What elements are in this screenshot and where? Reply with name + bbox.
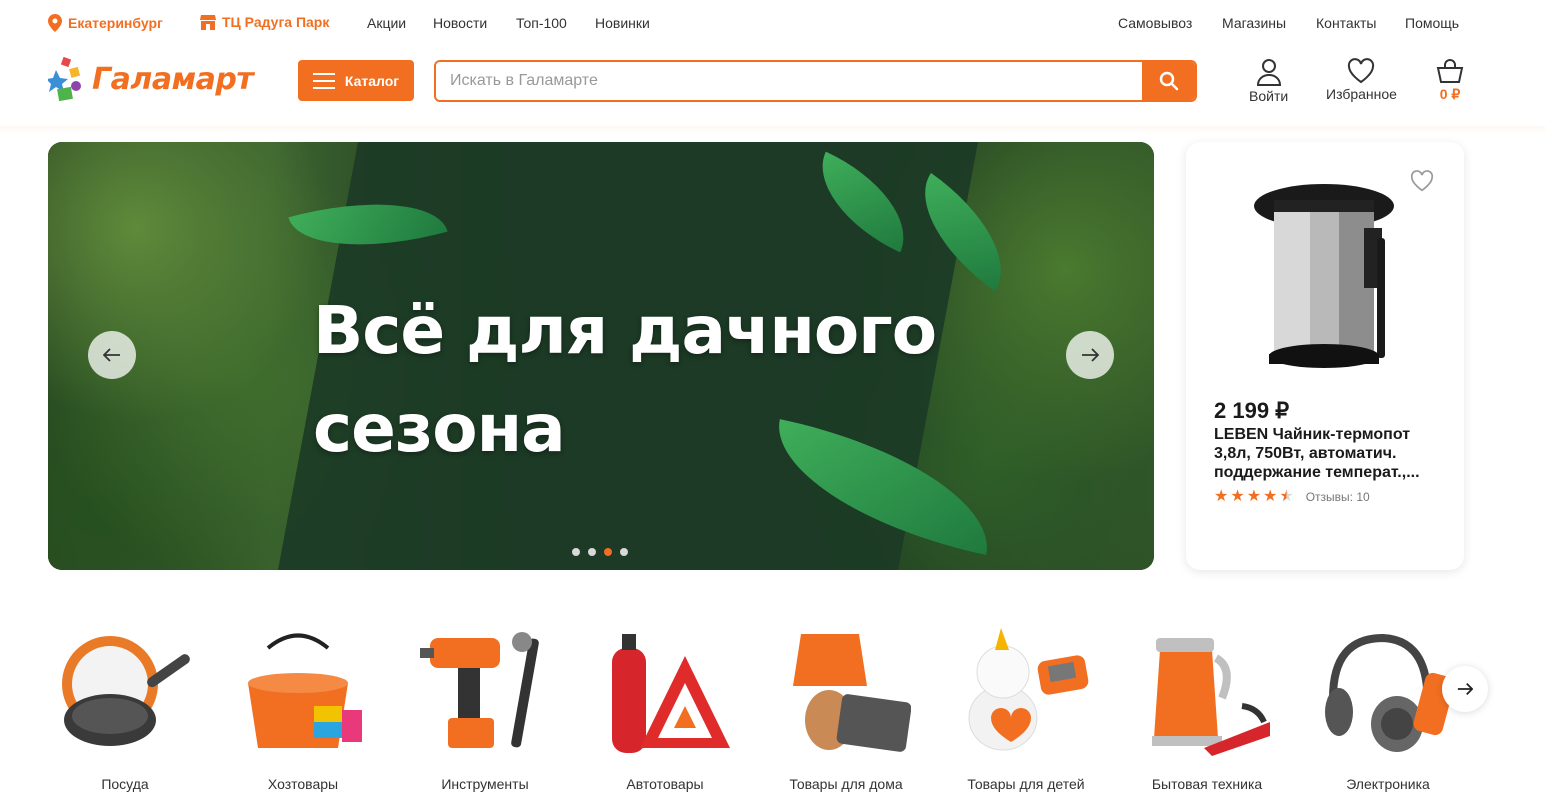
city-label: Екатеринбург xyxy=(68,15,163,31)
banner-next-button[interactable] xyxy=(1066,331,1114,379)
arrow-right-icon xyxy=(1457,683,1473,695)
promo-banner[interactable]: Всё для дачного сезона xyxy=(48,142,1154,570)
banner-dot-active[interactable] xyxy=(604,548,612,556)
category-kids[interactable]: Товары для детей xyxy=(941,620,1111,800)
headphones-icon xyxy=(1325,633,1453,752)
cart-total: 0 ₽ xyxy=(1439,86,1461,102)
catalog-button[interactable]: Каталог xyxy=(298,60,414,101)
category-carousel: Посуда Хозтовары Инструменты Автотовары … xyxy=(0,620,1545,809)
favorites-button[interactable]: Избранное xyxy=(1326,58,1397,102)
logo-mark-icon xyxy=(48,56,81,102)
star-icon: ★ xyxy=(1263,488,1278,505)
category-appliances[interactable]: Бытовая техника xyxy=(1122,620,1292,800)
category-dishes[interactable]: Посуда xyxy=(40,620,210,800)
store-icon xyxy=(200,14,216,30)
cart-button[interactable]: 0 ₽ xyxy=(1436,58,1464,103)
heart-icon xyxy=(1348,58,1375,84)
header-divider xyxy=(0,126,1545,134)
banner-headline: Всё для дачного сезона xyxy=(313,292,937,467)
category-tools[interactable]: Инструменты xyxy=(400,620,570,800)
star-icon: ★ xyxy=(1230,488,1245,505)
drill-icon xyxy=(420,632,539,748)
store-selector[interactable]: ТЦ Радуга Парк xyxy=(200,14,329,30)
kettle-icon xyxy=(1152,638,1270,756)
logo[interactable]: Галамарт xyxy=(48,54,254,104)
banner-dot[interactable] xyxy=(572,548,580,556)
banner-pagination xyxy=(572,548,628,556)
basket-icon xyxy=(1436,59,1464,83)
favorites-label: Избранное xyxy=(1326,86,1397,102)
search-icon xyxy=(1159,71,1178,91)
arrow-right-icon xyxy=(1082,348,1099,362)
category-label: Бытовая техника xyxy=(1151,776,1263,792)
star-icon: ★ xyxy=(1214,488,1229,505)
frying-pan-icon xyxy=(62,636,190,746)
nav-link-top100[interactable]: Топ-100 xyxy=(516,15,567,31)
nav-link-pickup[interactable]: Самовывоз xyxy=(1118,15,1192,31)
product-price: 2 199 ₽ xyxy=(1214,398,1290,423)
category-label: Автотовары xyxy=(626,776,704,792)
top-bar: Екатеринбург ТЦ Радуга Парк Акции Новост… xyxy=(0,0,1545,46)
category-label: Инструменты xyxy=(441,776,529,792)
star-icon: ★ xyxy=(1246,488,1262,505)
favorite-heart-icon[interactable] xyxy=(1410,170,1434,192)
city-selector[interactable]: Екатеринбург xyxy=(48,14,163,32)
category-label: Посуда xyxy=(101,776,149,792)
arrow-left-icon xyxy=(103,348,120,362)
search-button[interactable] xyxy=(1142,62,1195,100)
hamburger-icon xyxy=(312,72,335,89)
header: Галамарт Каталог Войти Избранное 0 ₽ xyxy=(0,46,1545,126)
nav-link-help[interactable]: Помощь xyxy=(1405,15,1459,31)
product-rating: ★ ★ ★ ★ ★ Отзывы: 10 xyxy=(1214,489,1370,505)
banner-dot[interactable] xyxy=(620,548,628,556)
category-auto[interactable]: Автотовары xyxy=(580,620,750,800)
category-label: Товары для детей xyxy=(967,776,1085,792)
nav-link-promotions[interactable]: Акции xyxy=(367,15,406,31)
category-next-button[interactable] xyxy=(1442,666,1488,712)
store-label: ТЦ Радуга Парк xyxy=(222,14,330,30)
category-electronics[interactable]: Электроника xyxy=(1303,620,1473,800)
nav-link-new[interactable]: Новинки xyxy=(595,15,650,31)
login-button[interactable]: Войти xyxy=(1249,58,1288,104)
category-label: Товары для дома xyxy=(789,776,903,792)
category-household[interactable]: Хозтовары xyxy=(218,620,388,800)
lamp-icon xyxy=(793,634,911,752)
nav-link-news[interactable]: Новости xyxy=(433,15,487,31)
category-label: Хозтовары xyxy=(267,776,339,792)
thermopot-image[interactable] xyxy=(1244,178,1404,378)
user-icon xyxy=(1256,59,1281,86)
toy-unicorn-icon xyxy=(968,628,1089,751)
product-card[interactable]: 2 199 ₽ LEBEN Чайник-термопот 3,8л, 750В… xyxy=(1186,142,1464,570)
banner-prev-button[interactable] xyxy=(88,331,136,379)
login-label: Войти xyxy=(1249,88,1289,104)
category-home[interactable]: Товары для дома xyxy=(761,620,931,800)
star-half-icon: ★ xyxy=(1279,488,1294,505)
search-input[interactable] xyxy=(436,62,1142,100)
location-pin-icon xyxy=(48,14,62,32)
catalog-label: Каталог xyxy=(344,72,400,89)
reviews-count[interactable]: Отзывы: 10 xyxy=(1306,490,1370,504)
logo-text: Галамарт xyxy=(92,61,254,97)
category-label: Электроника xyxy=(1346,776,1430,792)
banner-dot[interactable] xyxy=(588,548,596,556)
nav-link-stores[interactable]: Магазины xyxy=(1222,15,1286,31)
nav-link-contacts[interactable]: Контакты xyxy=(1316,15,1376,31)
fire-extinguisher-icon xyxy=(612,634,730,753)
bucket-icon xyxy=(248,633,362,748)
search-bar xyxy=(434,60,1197,102)
product-name[interactable]: LEBEN Чайник-термопот 3,8л, 750Вт, автом… xyxy=(1214,425,1444,482)
